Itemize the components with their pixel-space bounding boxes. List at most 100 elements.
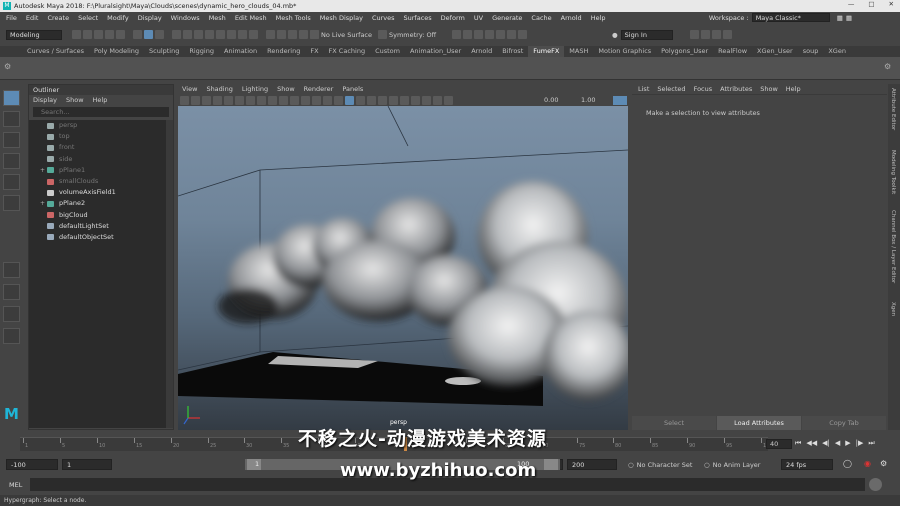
menu-file[interactable]: File [6,14,17,22]
step-forward-frame-icon[interactable]: |▶ [856,439,864,448]
viewport-menu-view[interactable]: View [182,84,197,94]
toggle-modeling-toolkit-icon[interactable] [690,30,699,39]
lasso-tool-icon[interactable] [3,111,20,127]
play-backwards-icon[interactable]: ◀ [835,439,840,448]
snap-point-icon[interactable] [288,30,297,39]
auto-keyframe-toggle-icon[interactable]: ◉ [864,459,871,468]
shelf-tab-mash[interactable]: MASH [564,46,593,57]
step-back-frame-icon[interactable]: ◀| [822,439,830,448]
menu-edit[interactable]: Edit [26,14,39,22]
menu-mesh[interactable]: Mesh [209,14,226,22]
color-management-icon[interactable] [613,96,627,105]
script-editor-icon[interactable] [869,478,882,491]
minimize-icon[interactable]: — [848,0,855,12]
animation-preferences-icon[interactable]: ⚙ [880,459,887,468]
close-icon[interactable]: ✕ [889,0,894,12]
resolution-gate-icon[interactable] [246,96,255,105]
depth-of-field-icon[interactable] [400,96,409,105]
default-material-icon[interactable] [323,96,332,105]
menu-display[interactable]: Display [138,14,162,22]
playback-start-field[interactable]: 1 [62,459,112,470]
toggle-attribute-editor-icon[interactable] [701,30,710,39]
menu-uv[interactable]: UV [474,14,483,22]
shelf-tab-realflow[interactable]: RealFlow [713,46,752,57]
snap-grid-icon[interactable] [266,30,275,39]
outliner-item-volumeaxisfield1[interactable]: volumeAxisField1 [29,187,167,198]
shelf-tab-curves-surfaces[interactable]: Curves / Surfaces [22,46,89,57]
gamma-field[interactable]: 1.00 [581,96,595,104]
shelf-tab-motion-graphics[interactable]: Motion Graphics [593,46,656,57]
camera-attributes-icon[interactable] [191,96,200,105]
auto-key-icon[interactable]: ◯ [843,459,852,468]
menu-deform[interactable]: Deform [441,14,465,22]
side-tab-modeling-toolkit[interactable]: Modeling Toolkit [890,150,896,194]
snap-curve-icon[interactable] [277,30,286,39]
viewport-menu-show[interactable]: Show [277,84,295,94]
shelf-tab-sculpting[interactable]: Sculpting [144,46,184,57]
outliner-scrollbar[interactable] [166,120,173,428]
outliner-item-smallclouds[interactable]: smallClouds [29,176,167,187]
ae-load-attributes-button[interactable]: Load Attributes [717,416,801,430]
safe-action-icon[interactable] [279,96,288,105]
shelf-tab-custom[interactable]: Custom [370,46,405,57]
rotate-tool-icon[interactable] [3,174,20,190]
image-plane-icon[interactable] [213,96,222,105]
undo-icon[interactable] [105,30,114,39]
expand-icon[interactable]: + [40,165,45,176]
expand-icon[interactable]: + [40,198,45,209]
select-joints-icon[interactable] [194,30,203,39]
outliner-item-front[interactable]: front [29,142,167,153]
menu-cache[interactable]: Cache [531,14,551,22]
select-curves-icon[interactable] [205,30,214,39]
shelf-menu-icon[interactable]: ⚙ [4,62,11,71]
hypershade-icon[interactable] [485,30,494,39]
xray-joints-icon[interactable] [433,96,442,105]
safe-title-icon[interactable] [290,96,299,105]
scale-tool-icon[interactable] [3,195,20,211]
select-surfaces-icon[interactable] [216,30,225,39]
viewport-menu-lighting[interactable]: Lighting [242,84,268,94]
outliner-search-input[interactable]: Search... [33,107,169,117]
shelf-tab-soup[interactable]: soup [798,46,824,57]
menu-create[interactable]: Create [47,14,69,22]
play-forwards-icon[interactable]: ▶ [845,439,850,448]
symmetry-dropdown[interactable]: Symmetry: Off [378,30,436,39]
select-hierarchy-icon[interactable] [133,30,142,39]
grid-icon[interactable] [224,96,233,105]
screen-space-ao-icon[interactable] [367,96,376,105]
ipr-render-icon[interactable] [463,30,472,39]
select-deformations-icon[interactable] [227,30,236,39]
four-view-layout-icon[interactable] [3,284,20,300]
animation-end-field[interactable]: 200 [567,459,617,470]
viewport-menu-panels[interactable]: Panels [342,84,363,94]
open-scene-icon[interactable] [83,30,92,39]
outliner-item-side[interactable]: side [29,154,167,165]
isolate-select-icon[interactable] [411,96,420,105]
viewport-menu-renderer[interactable]: Renderer [304,84,334,94]
ae-menu-attributes[interactable]: Attributes [720,84,752,94]
menu-mesh-tools[interactable]: Mesh Tools [276,14,311,22]
single-perspective-layout-icon[interactable] [3,262,20,278]
shelf-tab-polygons-user[interactable]: Polygons_User [656,46,713,57]
menu-curves[interactable]: Curves [372,14,395,22]
outliner-item-pplane2[interactable]: + pPlane2 [29,198,167,209]
shelf-tab-fx-caching[interactable]: FX Caching [324,46,371,57]
command-language-label[interactable]: MEL [9,481,22,489]
exposure-icon[interactable] [444,96,453,105]
move-tool-icon[interactable] [3,153,20,169]
ae-menu-list[interactable]: List [638,84,649,94]
toggle-channel-box-icon[interactable] [723,30,732,39]
go-to-start-icon[interactable]: ⏮ [795,439,801,448]
outliner-item-bigcloud[interactable]: bigCloud [29,210,167,221]
ae-menu-show[interactable]: Show [760,84,778,94]
snap-view-plane-icon[interactable] [299,30,308,39]
outliner-menu-display[interactable]: Display [33,95,57,105]
shelf-tab-arnold[interactable]: Arnold [466,46,497,57]
ae-copy-tab-button[interactable]: Copy Tab [802,416,886,430]
ae-menu-focus[interactable]: Focus [694,84,713,94]
outliner-item-pplane1[interactable]: + pPlane1 [29,165,167,176]
new-scene-icon[interactable] [72,30,81,39]
perspective-viewport[interactable] [178,106,628,430]
animation-start-field[interactable]: -100 [6,459,58,470]
sign-in-button[interactable]: ● Sign In [612,30,673,40]
